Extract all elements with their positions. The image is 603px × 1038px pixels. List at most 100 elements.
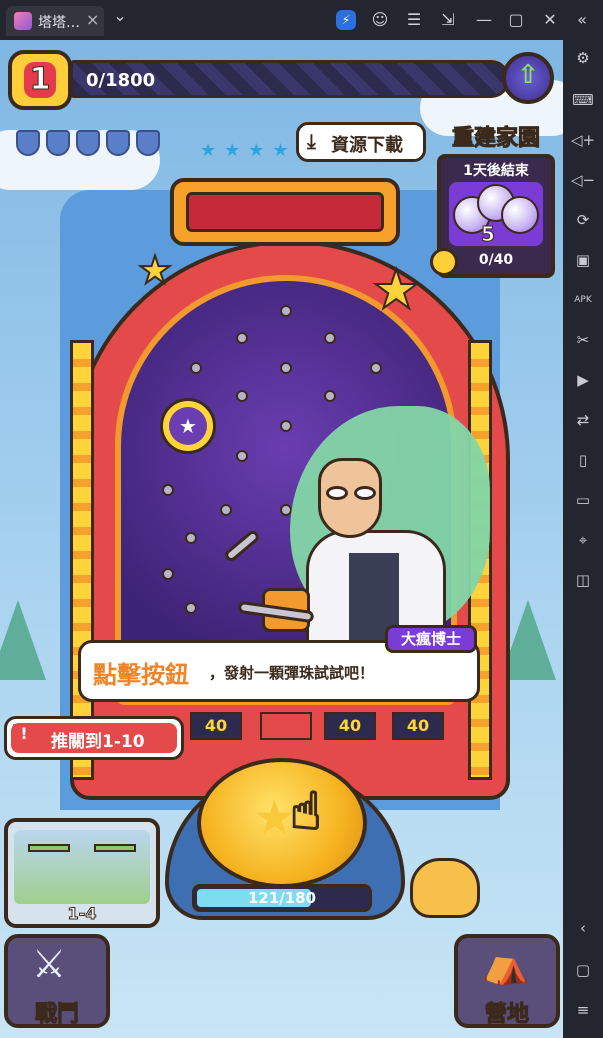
event-count: 5 — [481, 222, 496, 247]
speaker-name: 大瘋博士 — [385, 625, 477, 653]
dialog-text: ，發射一顆彈珠試試吧！ — [209, 664, 375, 682]
emulator-titlebar: 塔塔… × ⌄ ⚡ ☺ ☰ ⇲ — ▢ ✕ « — [0, 0, 603, 40]
star-bumper: ★ — [160, 398, 216, 454]
mission-label: 推關到1-10 — [51, 732, 145, 752]
shake-icon[interactable]: ▯ — [571, 448, 595, 472]
camp-label: 營地 — [484, 1002, 529, 1028]
peg — [162, 568, 174, 580]
event-title: 重建家園 — [451, 126, 540, 152]
stage-preview-card[interactable]: 1-4 — [4, 818, 160, 928]
back-icon[interactable]: ‹ — [571, 916, 595, 940]
volume-down-icon[interactable]: ◁− — [571, 168, 595, 192]
warning-icon: ! — [13, 724, 35, 746]
minimize-icon[interactable]: — — [472, 8, 496, 32]
volume-up-icon[interactable]: ◁+ — [571, 128, 595, 152]
collapse-sidebar-icon[interactable]: « — [570, 8, 594, 32]
emulator-sidebar: ⚙ ⌨ ◁+ ◁− ⟳ ▣ APK ✂ ▶ ⇄ ▯ ▭ ⌖ ◫ ‹ ▢ ≡ — [563, 40, 603, 1038]
ball-count-text: 121/180 — [247, 889, 317, 907]
peg — [324, 332, 336, 344]
record-icon[interactable]: ▶ — [571, 368, 595, 392]
peg — [236, 332, 248, 344]
ball-count-bar: 121/180 — [192, 884, 372, 912]
marquee-panel — [170, 178, 400, 246]
peg — [370, 362, 382, 374]
app-icon — [14, 12, 32, 30]
multi-instance-icon[interactable]: ◫ — [571, 568, 595, 592]
event-time-left: 1天後結束 — [463, 163, 529, 179]
score-slot: 40 — [190, 712, 242, 740]
crossed-swords-icon: ⚔ — [32, 942, 67, 986]
gear-icon[interactable]: ⚙ — [571, 46, 595, 70]
shield-icon — [46, 130, 70, 156]
score-slot: 40 — [324, 712, 376, 740]
menu-icon[interactable]: ☰ — [402, 8, 426, 32]
maximize-icon[interactable]: ▢ — [504, 8, 528, 32]
upgrade-button[interactable]: ⇧ — [502, 52, 554, 104]
dialog-emphasis: 點擊按鈕 — [93, 661, 189, 689]
peg — [236, 390, 248, 402]
emulator-window: 塔塔… × ⌄ ⚡ ☺ ☰ ⇲ — ▢ ✕ « ⚙ ⌨ ◁+ ◁− ⟳ ▣ AP… — [0, 0, 603, 1038]
account-icon[interactable]: ☺ — [368, 8, 392, 32]
launch-button[interactable]: ★ — [197, 758, 367, 888]
pip-icon[interactable]: ⇲ — [436, 8, 460, 32]
app-tab[interactable]: 塔塔… × — [6, 6, 104, 36]
resource-download-label: 資源下載 — [331, 135, 403, 156]
marquee-screen — [186, 192, 384, 232]
camp-button[interactable]: ⛺ 營地 — [454, 934, 560, 1028]
peg — [185, 602, 197, 614]
tab-close-icon[interactable]: × — [86, 10, 99, 29]
player-level-badge[interactable]: 1 — [8, 50, 72, 110]
resource-download-button[interactable]: ⤓ 資源下載 — [296, 122, 426, 162]
tab-dropdown-icon[interactable]: ⌄ — [108, 4, 132, 28]
peg — [220, 504, 232, 516]
location-icon[interactable]: ⌖ — [571, 528, 595, 552]
tutorial-dialog[interactable]: 大瘋博士 點擊按鈕 ，發射一顆彈珠試試吧！ — [78, 625, 480, 702]
battle-label: 戰鬥 — [34, 1002, 79, 1028]
star-decoration: ★ — [137, 247, 173, 293]
score-slots: 40 40 40 — [170, 712, 470, 740]
paw-ball-icon — [501, 196, 539, 234]
doctor-glasses — [322, 486, 382, 500]
xp-text: 0/1800 — [86, 70, 156, 91]
stage-field — [14, 830, 150, 904]
shield-icon — [136, 130, 160, 156]
shield-icon — [76, 130, 100, 156]
screenshot-icon[interactable]: ▣ — [571, 248, 595, 272]
boost-icon[interactable]: ⚡ — [336, 10, 356, 30]
keyboard-icon[interactable]: ⌨ — [571, 88, 595, 112]
mission-banner[interactable]: ! 推關到1-10 — [4, 716, 184, 760]
apk-icon[interactable]: APK — [571, 288, 595, 312]
peg — [190, 362, 202, 374]
peg — [162, 484, 174, 496]
rotate-icon[interactable]: ⟳ — [571, 208, 595, 232]
shield-icon — [16, 130, 40, 156]
cut-icon[interactable]: ✂ — [571, 328, 595, 352]
peg — [280, 305, 292, 317]
shield-icon — [106, 130, 130, 156]
tap-hand-icon: ☝ — [289, 781, 323, 843]
close-icon[interactable]: ✕ — [538, 8, 562, 32]
game-viewport[interactable]: ★ ★★★★ ★ ★ 0/1800 1 ⇧ ⤓ 資源下載 重建家園 1天後結束 … — [0, 40, 563, 1038]
star-icon: ★ — [169, 407, 207, 445]
score-slot-blank — [260, 712, 312, 740]
peg — [280, 362, 292, 374]
home-icon[interactable]: ▢ — [571, 958, 595, 982]
key-icon — [430, 248, 458, 276]
star-decoration: ★ — [371, 257, 421, 322]
sync-icon[interactable]: ⇄ — [571, 408, 595, 432]
tab-title: 塔塔… — [38, 15, 80, 31]
glasses-lens — [354, 486, 376, 500]
score-slot: 40 — [392, 712, 444, 740]
recent-apps-icon[interactable]: ≡ — [571, 998, 595, 1022]
peg — [280, 420, 292, 432]
peg — [185, 532, 197, 544]
pet-dog[interactable] — [410, 858, 480, 918]
star-lights: ★★★★ — [200, 140, 297, 161]
tree — [0, 600, 46, 680]
upgrade-arrow-icon: ⇧ — [517, 60, 539, 90]
folder-icon[interactable]: ▭ — [571, 488, 595, 512]
enemy-hp-bar — [94, 844, 136, 852]
ally-hp-bar — [28, 844, 70, 852]
tent-icon: ⛺ — [482, 942, 530, 986]
battle-button[interactable]: ⚔ 戰鬥 — [4, 934, 110, 1028]
